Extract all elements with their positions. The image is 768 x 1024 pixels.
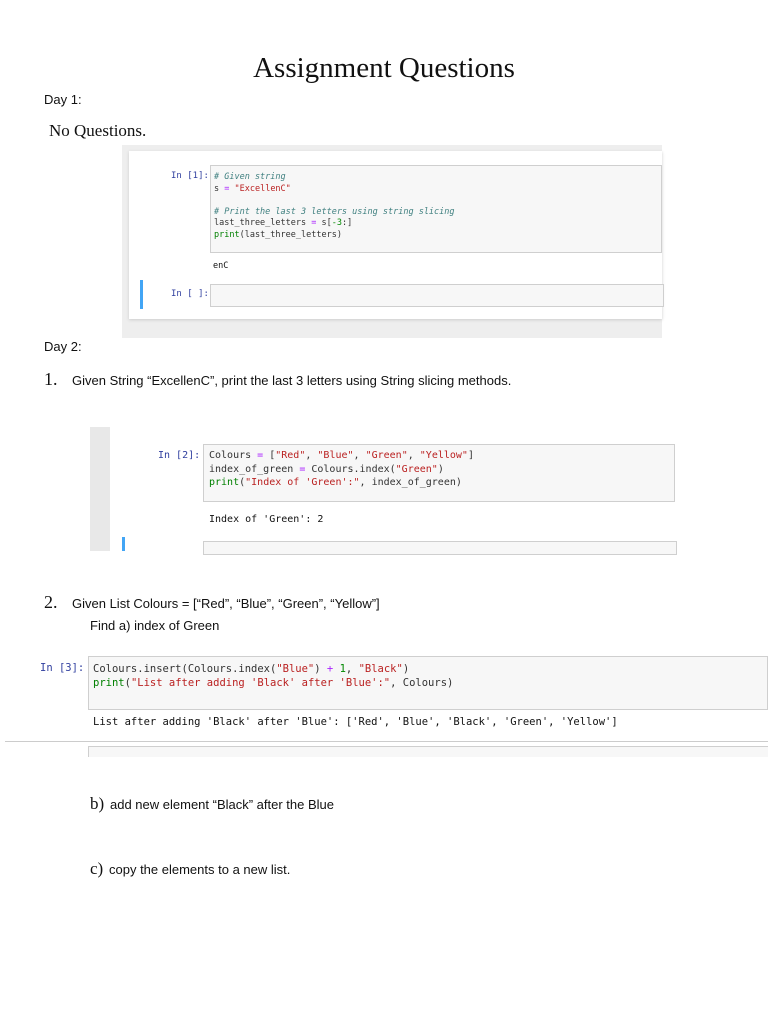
day1-note: No Questions. (49, 121, 147, 140)
notebook-screenshot-2: In [2]: Colours = ["Red", "Blue", "Green… (90, 427, 677, 555)
code-token: # Print the last 3 letters using string … (214, 206, 455, 217)
code-cell[interactable]: # Given string s = "ExcellenC" # Print th… (210, 165, 662, 253)
code-line: print("List after adding 'Black' after '… (93, 676, 767, 690)
code-line: print("Index of 'Green':", index_of_gree… (209, 476, 674, 490)
code-token: -3 (331, 218, 342, 228)
code-token: , Colours) (390, 677, 454, 689)
cell-prompt: In [3]: (40, 662, 85, 674)
q2-text: Given List Colours = [“Red”, “Blue”, “Gr… (72, 596, 380, 611)
code-token: "Green" (365, 450, 408, 461)
code-token: "List after adding 'Black' after 'Blue':… (130, 677, 391, 689)
code-token: ) (314, 663, 327, 675)
q2-number: 2. (44, 592, 58, 612)
day2-label: Day 2: (44, 339, 82, 354)
code-line: s = "ExcellenC" (214, 184, 661, 196)
sub-b-text: add new element “Black” after the Blue (110, 797, 335, 812)
active-cell-bar (122, 537, 125, 551)
code-line: index_of_green = Colours.index("Green") (209, 463, 674, 477)
code-token: (last_three_letters) (239, 229, 342, 240)
code-line: Colours = ["Red", "Blue", "Green", "Yell… (209, 449, 674, 463)
code-token: [ (263, 450, 276, 461)
empty-code-cell[interactable] (210, 284, 664, 307)
code-token: :] (341, 218, 353, 228)
day1-label: Day 1: (44, 92, 82, 107)
code-token: # Given string (214, 172, 286, 182)
cell-prompt: In [ ]: (171, 289, 209, 299)
code-token: Colours.insert(Colours.index( (93, 663, 277, 675)
sub-c-text: copy the elements to a new list. (109, 862, 291, 877)
code-token: ) (437, 463, 444, 475)
cell-prompt: In [1]: (171, 171, 209, 181)
cell-output: enC (213, 261, 229, 271)
code-token: "Blue" (276, 663, 315, 675)
code-token: , (353, 450, 366, 461)
notebook-margin (90, 427, 110, 551)
active-cell-bar (140, 280, 143, 309)
sub-b-label: b) (90, 794, 105, 813)
code-token: "Blue" (317, 450, 354, 461)
code-token: "Green" (395, 463, 438, 475)
cell-output: List after adding 'Black' after 'Blue': … (93, 716, 618, 728)
code-line: print(last_three_letters) (214, 230, 661, 242)
q1-number: 1. (44, 369, 58, 389)
code-token: "Index of 'Green':" (245, 477, 360, 488)
code-token: , (407, 450, 420, 461)
code-token: "Black" (358, 663, 403, 675)
page-title: Assignment Questions (253, 52, 515, 84)
code-token: "Red" (275, 450, 306, 461)
document-page: Assignment Questions Day 1: No Questions… (0, 0, 768, 1024)
code-token: , index_of_green) (359, 477, 462, 488)
code-token: print (209, 477, 240, 488)
cell-prompt: In [2]: (158, 450, 201, 461)
code-token: last_three_letters (214, 218, 312, 228)
code-line: Colours.insert(Colours.index("Blue") + 1… (93, 662, 767, 676)
code-token: ] (467, 450, 474, 461)
code-token: "ExcellenC" (229, 183, 291, 194)
code-token: print (214, 229, 240, 240)
code-token: s (214, 183, 225, 194)
notebook-screenshot-1: In [1]: # Given string s = "ExcellenC" # … (122, 145, 664, 338)
code-token: Colours (209, 450, 258, 461)
notebook-panel: In [1]: # Given string s = "ExcellenC" # … (129, 151, 664, 319)
code-line: # Print the last 3 letters using string … (214, 207, 661, 219)
code-token: ) (402, 663, 410, 675)
code-line: # Given string (214, 172, 661, 184)
q1-text: Given String “ExcellenC”, print the last… (72, 373, 512, 388)
code-token: print (93, 677, 125, 689)
code-cell[interactable]: Colours.insert(Colours.index("Blue") + 1… (88, 656, 768, 710)
cell-output: Index of 'Green': 2 (209, 514, 324, 525)
code-token: , (345, 663, 359, 675)
code-token: "Yellow" (419, 450, 468, 461)
notebook-screenshot-3: In [3]: Colours.insert(Colours.index("Bl… (0, 650, 768, 760)
code-line: last_three_letters = s[-3:] (214, 218, 661, 230)
empty-code-cell[interactable] (203, 541, 677, 555)
sub-c-label: c) (90, 859, 104, 878)
divider (5, 741, 768, 742)
code-cell[interactable]: Colours = ["Red", "Blue", "Green", "Yell… (203, 444, 675, 502)
q2-sub-a: Find a) index of Green (90, 618, 220, 633)
code-token: s[ (316, 218, 332, 228)
code-token: Colours.index( (305, 463, 396, 475)
code-token: , (305, 450, 318, 461)
empty-code-cell[interactable] (88, 746, 768, 757)
code-token: index_of_green (209, 463, 300, 475)
